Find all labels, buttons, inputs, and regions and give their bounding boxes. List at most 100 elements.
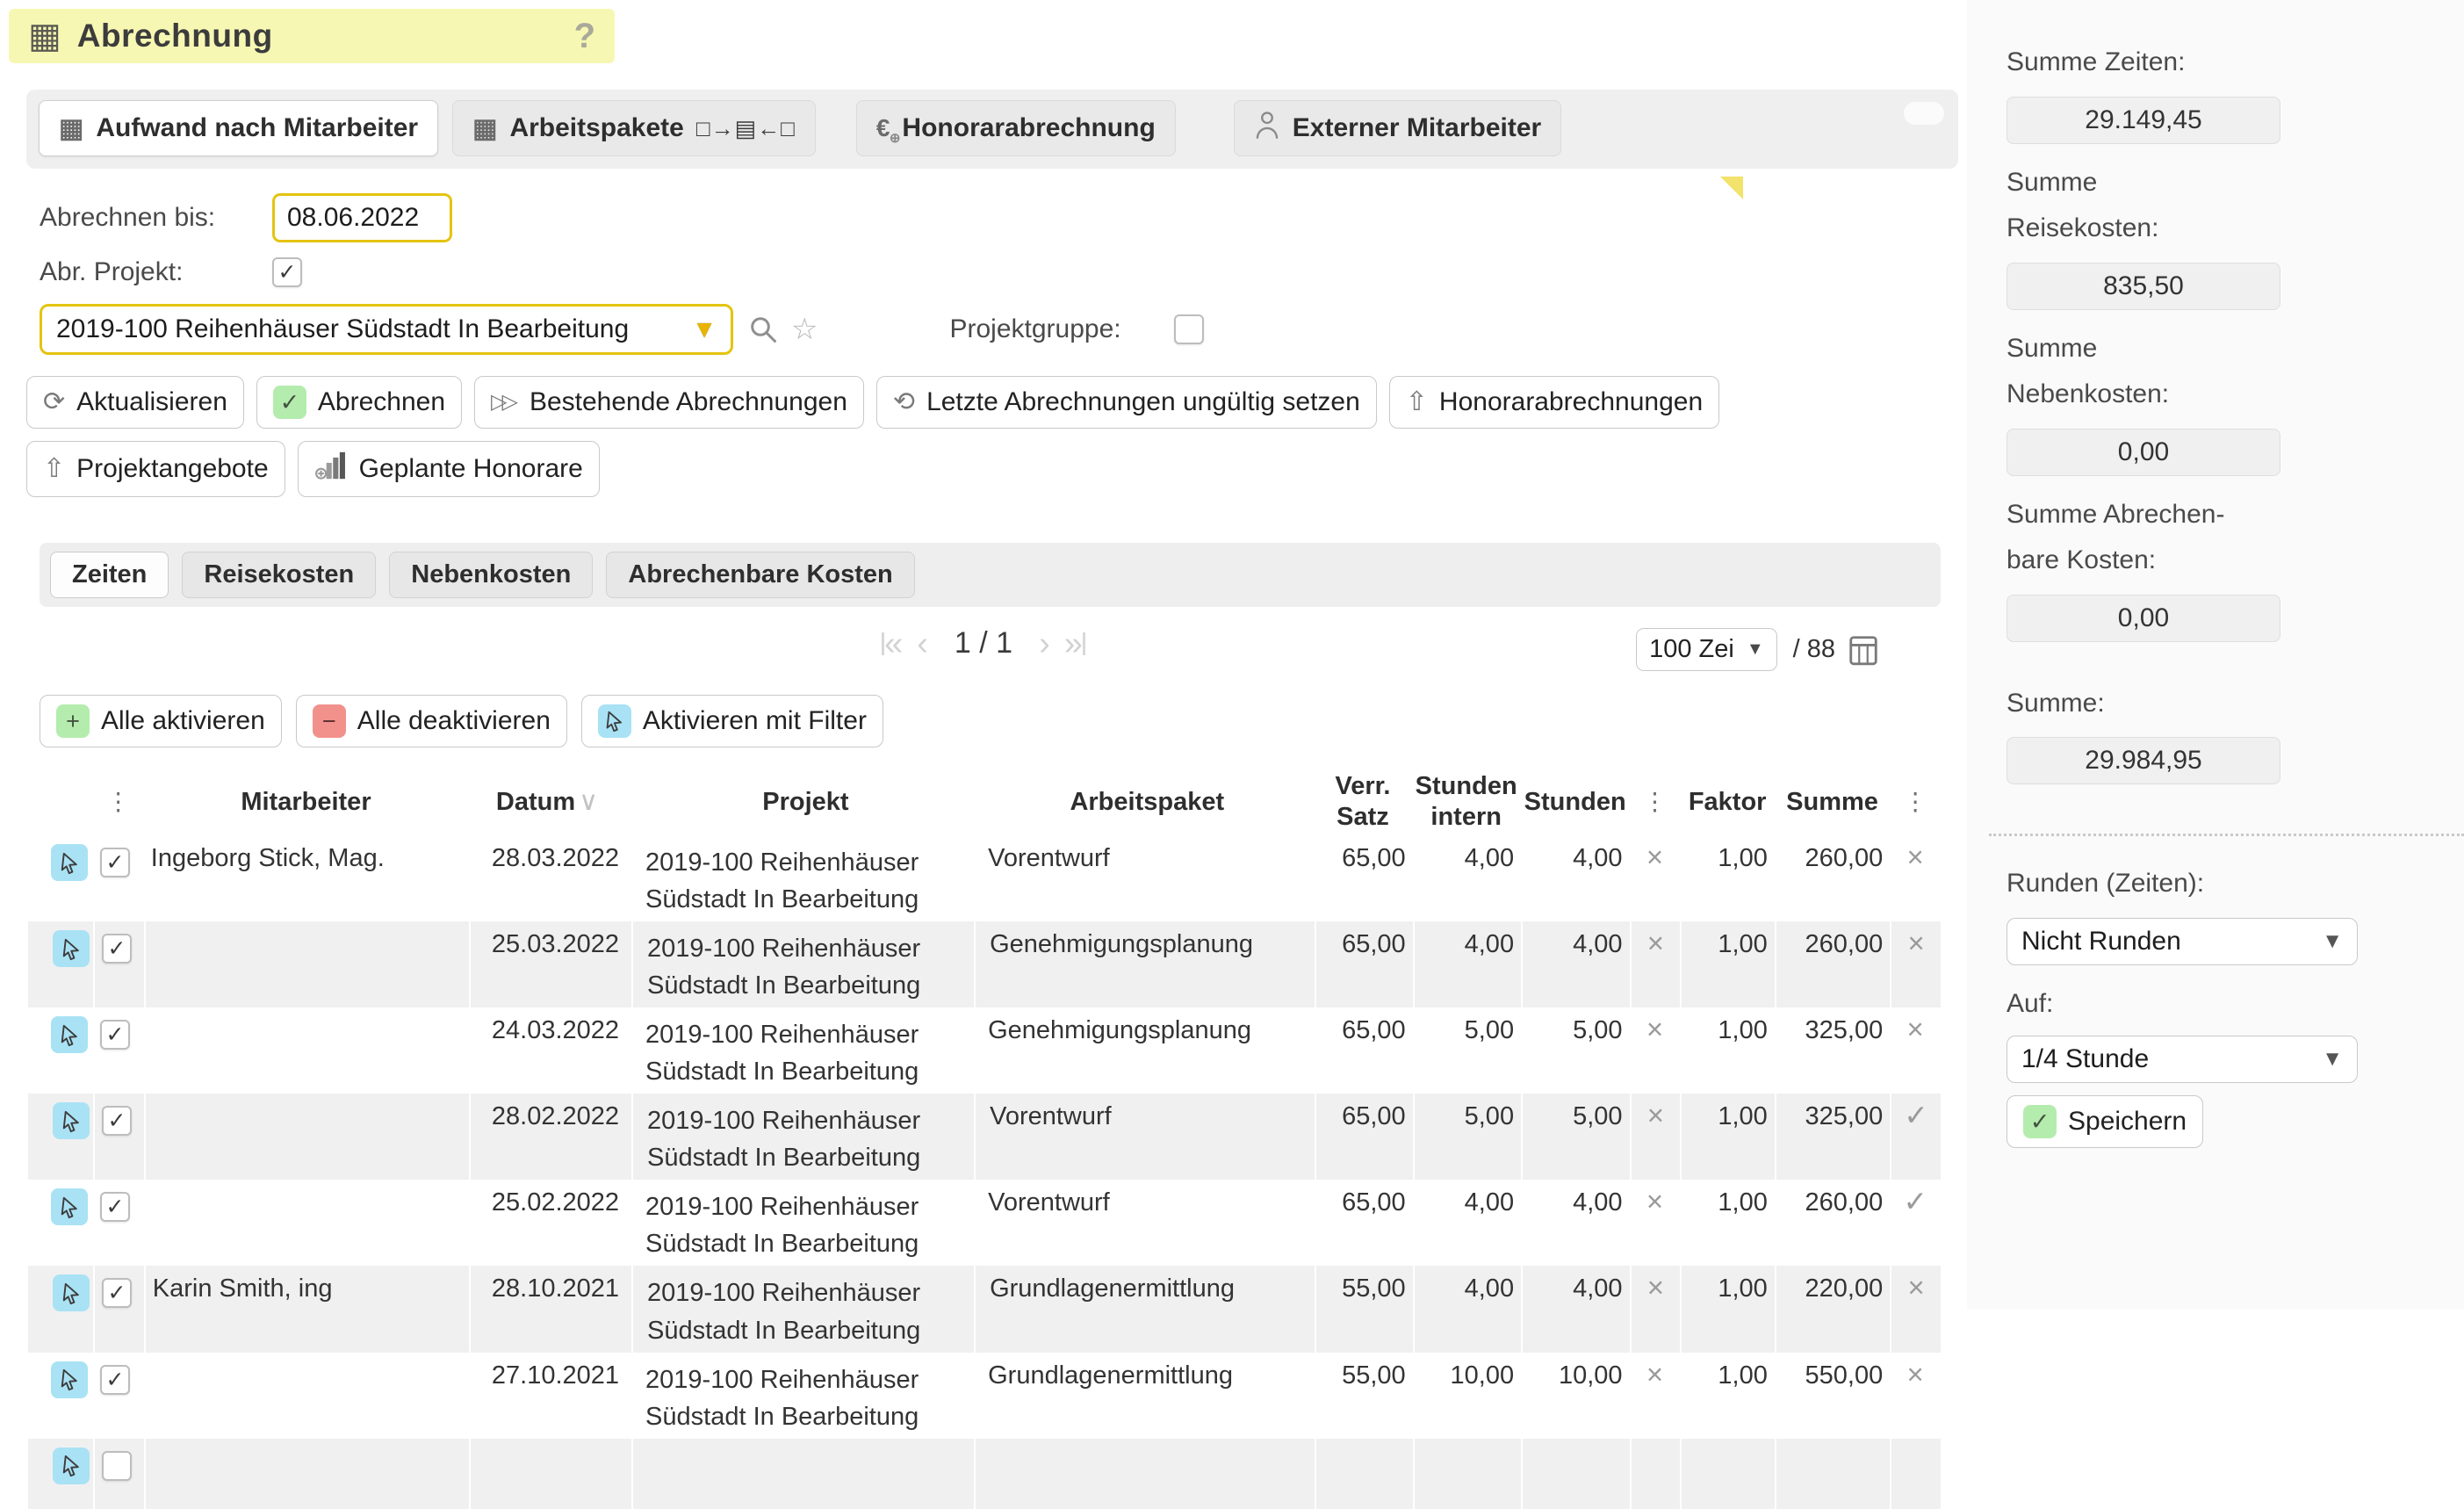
row-activate-button[interactable] <box>53 1102 90 1139</box>
abrechnen-button[interactable]: ✓ Abrechnen <box>256 376 462 429</box>
row-activate-button[interactable] <box>53 930 90 967</box>
projektangebote-button[interactable]: ⇧ Projektangebote <box>26 441 285 497</box>
prev-page-button[interactable]: ‹ <box>917 627 928 661</box>
remove-icon[interactable]: × <box>1907 927 1924 959</box>
col-datum[interactable]: Datum∨ <box>468 786 630 818</box>
cell-datum <box>469 1439 631 1509</box>
column-menu-icon[interactable]: ⋮ <box>106 787 131 817</box>
subtab-abrechenbare-kosten[interactable]: Abrechenbare Kosten <box>606 552 914 598</box>
col-stunden[interactable]: Stunden <box>1521 787 1630 818</box>
table-grid-icon[interactable] <box>1848 633 1879 667</box>
cell-faktor <box>1680 1439 1775 1509</box>
projekt-select-value: 2019-100 Reihenhäuser Südstadt In Bearbe… <box>56 314 629 344</box>
remove-icon[interactable]: × <box>1646 1013 1663 1045</box>
remove-icon[interactable]: × <box>1907 841 1924 873</box>
tab-externer-mitarbeiter[interactable]: Externer Mitarbeiter <box>1234 100 1561 156</box>
row-checkbox[interactable]: ✓ <box>102 934 132 964</box>
bestehende-abrechnungen-button[interactable]: ▷▷ Bestehende Abrechnungen <box>474 376 864 429</box>
projekt-select[interactable]: 2019-100 Reihenhäuser Südstadt In Bearbe… <box>40 304 733 355</box>
row-checkbox[interactable]: ✓ <box>102 1106 132 1136</box>
row-activate-button[interactable] <box>51 1188 88 1225</box>
row-activate-button[interactable] <box>53 1448 90 1484</box>
aktualisieren-button[interactable]: ⟳ Aktualisieren <box>26 376 244 429</box>
cell-stunden: 4,00 <box>1521 835 1629 921</box>
projektgruppe-label: Projektgruppe: <box>949 314 1120 344</box>
remove-icon[interactable]: × <box>1907 1271 1924 1303</box>
row-checkbox[interactable] <box>102 1451 132 1481</box>
column-menu-icon[interactable]: ⋮ <box>1903 787 1927 817</box>
tab-aufwand-nach-mitarbeiter[interactable]: ▦ Aufwand nach Mitarbeiter <box>39 100 438 156</box>
col-stunden-intern[interactable]: Stunden intern <box>1412 771 1521 833</box>
chevron-down-icon: ▼ <box>2322 929 2343 954</box>
row-activate-button[interactable] <box>51 844 88 881</box>
cell-mitarbeiter <box>144 1094 469 1180</box>
row-activate-button[interactable] <box>51 1016 88 1053</box>
geplante-honorare-button[interactable]: Geplante Honorare <box>298 441 600 497</box>
column-menu-icon[interactable]: ⋮ <box>1643 787 1668 817</box>
cell-verr-satz: 65,00 <box>1315 1180 1413 1266</box>
abr-projekt-checkbox[interactable]: ✓ <box>272 257 302 287</box>
row-checkbox[interactable]: ✓ <box>100 848 130 877</box>
next-page-button[interactable]: › <box>1039 627 1050 661</box>
runden-zeiten-label: Runden (Zeiten): <box>2007 861 2464 907</box>
remove-icon[interactable]: × <box>1646 1185 1663 1217</box>
col-faktor[interactable]: Faktor <box>1680 787 1774 818</box>
table-row: ✓25.02.20222019-100 Reihenhäuser Südstad… <box>26 1180 1941 1266</box>
subtab-nebenkosten[interactable]: Nebenkosten <box>389 552 593 598</box>
speichern-button[interactable]: ✓ Speichern <box>2007 1095 2203 1148</box>
help-icon[interactable]: ? <box>574 17 595 56</box>
col-summe[interactable]: Summe <box>1775 787 1890 818</box>
remove-icon[interactable]: × <box>1647 1099 1664 1131</box>
row-activate-button[interactable] <box>51 1361 88 1398</box>
remove-icon[interactable]: × <box>1646 841 1663 873</box>
cell-verr-satz: 65,00 <box>1315 921 1413 1007</box>
abrechnen-bis-input[interactable] <box>272 193 452 242</box>
tabbar-scroll-indicator <box>1904 102 1944 125</box>
tab-arbeitspakete[interactable]: ▦ Arbeitspakete □→▤←□ <box>452 100 816 156</box>
runden-select[interactable]: Nicht Runden ▼ <box>2007 918 2358 965</box>
remove-icon[interactable]: × <box>1646 1358 1663 1390</box>
check-icon[interactable]: ✓ <box>1903 1185 1927 1217</box>
honorarabrechnungen-button[interactable]: ⇧ Honorarabrechnungen <box>1389 376 1719 429</box>
row-checkbox[interactable]: ✓ <box>100 1192 130 1222</box>
first-page-button[interactable]: « <box>882 627 903 661</box>
aktivieren-mit-filter-button[interactable]: Aktivieren mit Filter <box>581 695 883 747</box>
cell-mitarbeiter <box>144 1353 469 1439</box>
cell-faktor: 1,00 <box>1680 1094 1775 1180</box>
row-checkbox[interactable]: ✓ <box>100 1365 130 1395</box>
calculator-icon: ▦ <box>28 18 61 54</box>
alle-aktivieren-button[interactable]: + Alle aktivieren <box>40 695 282 747</box>
subtab-zeiten[interactable]: Zeiten <box>50 552 169 598</box>
alle-deaktivieren-button[interactable]: − Alle deaktivieren <box>296 695 567 747</box>
remove-icon[interactable]: × <box>1647 1271 1664 1303</box>
remove-icon[interactable]: × <box>1647 927 1664 959</box>
subtab-reisekosten[interactable]: Reisekosten <box>182 552 376 598</box>
star-icon[interactable]: ☆ <box>791 312 818 347</box>
summe-value: 29.984,95 <box>2007 737 2280 784</box>
search-icon[interactable] <box>747 314 779 345</box>
cell-stunden-intern <box>1413 1439 1521 1509</box>
projektgruppe-checkbox[interactable] <box>1174 314 1204 344</box>
check-icon: ✓ <box>273 386 306 419</box>
cell-arbeitspaket: Genehmigungsplanung <box>974 921 1315 1007</box>
row-checkbox[interactable]: ✓ <box>102 1278 132 1308</box>
page-size-select[interactable]: 100 Zei ▼ <box>1636 628 1777 671</box>
col-projekt[interactable]: Projekt <box>631 787 974 818</box>
check-icon[interactable]: ✓ <box>1904 1099 1928 1131</box>
tab-honorarabrechnung[interactable]: €⊕ Honorarabrechnung <box>856 100 1176 156</box>
row-checkbox[interactable]: ✓ <box>100 1020 130 1050</box>
cell-faktor: 1,00 <box>1680 1180 1775 1266</box>
remove-icon[interactable]: × <box>1907 1013 1924 1045</box>
tab-label: Honorarabrechnung <box>902 113 1155 143</box>
cell-mitarbeiter: Ingeborg Stick, Mag. <box>144 835 469 921</box>
row-activate-button[interactable] <box>53 1274 90 1311</box>
letzte-abrechnungen-ungueltig-button[interactable]: ⟲ Letzte Abrechnungen ungültig setzen <box>876 376 1377 429</box>
cell-verr-satz: 65,00 <box>1315 1007 1413 1094</box>
col-mitarbeiter[interactable]: Mitarbeiter <box>144 787 469 818</box>
auf-select[interactable]: 1/4 Stunde ▼ <box>2007 1036 2358 1083</box>
col-arbeitspaket[interactable]: Arbeitspaket <box>973 787 1314 818</box>
cell-stunden: 4,00 <box>1521 921 1629 1007</box>
last-page-button[interactable]: » <box>1064 627 1085 661</box>
col-verr-satz[interactable]: Verr. Satz <box>1314 771 1411 833</box>
remove-icon[interactable]: × <box>1907 1358 1924 1390</box>
